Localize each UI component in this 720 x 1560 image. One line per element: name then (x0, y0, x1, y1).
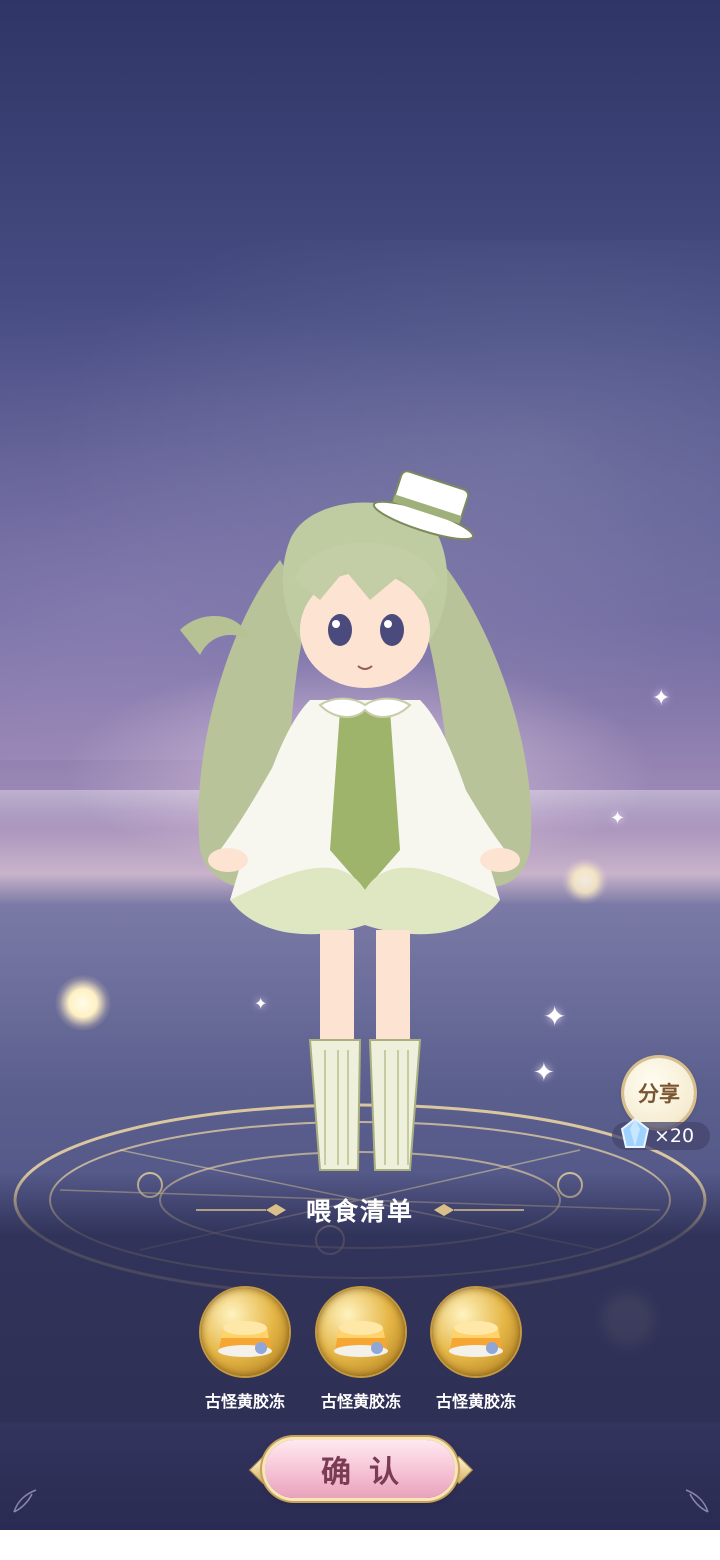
pudding-icon (218, 1321, 272, 1357)
food-name: 古怪黄胶冻 (320, 1392, 401, 1411)
share-label: 分享 (638, 1082, 680, 1106)
confirm-label: 确认 (321, 1455, 417, 1490)
food-slot (201, 1288, 289, 1376)
pudding-icon (334, 1321, 388, 1357)
light-orb (562, 858, 608, 904)
sparkle-icon: ✦ (610, 808, 626, 829)
sparkle-icon: ✦ (652, 686, 671, 711)
food-slot (432, 1288, 520, 1376)
food-slot (317, 1288, 405, 1376)
feed-list-title: 喂食清单 (305, 1197, 414, 1226)
share-reward-badge: ×20 (612, 1117, 710, 1150)
corner-flourish-right-icon (685, 1489, 709, 1513)
food-item[interactable]: 古怪黄胶冻 (421, 1288, 531, 1413)
gem-icon (620, 1117, 650, 1148)
food-name: 古怪黄胶冻 (204, 1392, 285, 1411)
pudding-icon (449, 1321, 503, 1357)
food-item[interactable]: 古怪黄胶冻 (190, 1288, 300, 1413)
corner-flourish-left-icon (13, 1489, 37, 1513)
reward-count: ×20 (654, 1125, 695, 1147)
feed-list-header: 喂食清单 (0, 1188, 720, 1232)
food-name: 古怪黄胶冻 (435, 1392, 516, 1411)
ornament-right-icon (434, 1204, 524, 1216)
confirm-button[interactable]: 确认 (265, 1440, 455, 1498)
light-orb (55, 975, 111, 1031)
bottom-safe-area (0, 1530, 720, 1560)
ornament-left-icon (195, 1204, 286, 1216)
character-avatar (180, 470, 532, 1171)
food-item[interactable]: 古怪黄胶冻 (306, 1288, 416, 1413)
